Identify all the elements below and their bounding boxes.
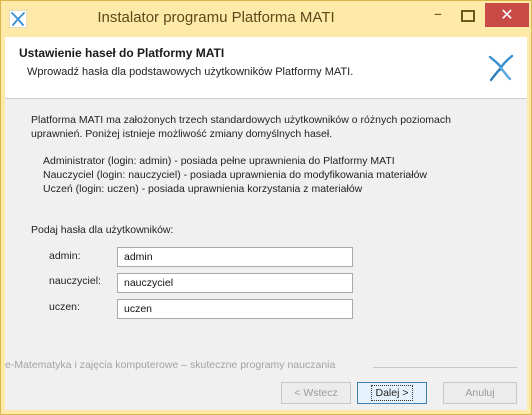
cancel-button[interactable]: Anuluj xyxy=(443,382,517,404)
student-label: uczen: xyxy=(49,301,80,313)
page-title: Ustawienie haseł do Platformy MATI xyxy=(19,46,225,60)
teacher-label: nauczyciel: xyxy=(49,275,101,287)
app-logo-icon xyxy=(9,10,27,28)
role-student-description: Uczeń (login: uczen) - posiada uprawnien… xyxy=(43,183,363,195)
maximize-icon xyxy=(461,10,475,22)
role-admin-description: Administrator (login: admin) - posiada p… xyxy=(43,155,395,167)
maximize-button[interactable] xyxy=(453,3,483,27)
intro-text: Platforma MATI ma założonych trzech stan… xyxy=(31,114,451,140)
page-subtitle: Wprowadź hasła dla podstawowych użytkown… xyxy=(27,66,354,78)
title-bar[interactable]: Instalator programu Platforma MATI – ✕ xyxy=(1,1,531,37)
footer-divider xyxy=(373,367,517,368)
back-button[interactable]: < Wstecz xyxy=(281,382,351,404)
role-teacher-description: Nauczyciel (login: nauczyciel) - posiada… xyxy=(43,169,428,181)
wizard-body: Ustawienie haseł do Platformy MATI Wprow… xyxy=(5,37,527,410)
close-icon: ✕ xyxy=(500,5,514,24)
close-button[interactable]: ✕ xyxy=(485,3,529,27)
next-button[interactable]: Dalej > xyxy=(357,382,427,404)
student-password-field[interactable] xyxy=(117,299,353,319)
window-title: Instalator programu Platforma MATI xyxy=(97,9,335,26)
password-prompt: Podaj hasła dla użytkowników: xyxy=(31,224,174,236)
admin-label: admin: xyxy=(49,250,81,262)
branding-text: e-Matematyka i zajęcia komputerowe – sku… xyxy=(5,359,336,371)
mati-logo-icon xyxy=(488,54,514,82)
minimize-icon: – xyxy=(434,4,442,23)
minimize-button[interactable]: – xyxy=(423,3,453,27)
next-button-label: Dalej > xyxy=(370,385,414,401)
wizard-header: Ustawienie haseł do Platformy MATI Wprow… xyxy=(5,37,527,99)
admin-password-field[interactable] xyxy=(117,247,353,267)
teacher-password-field[interactable] xyxy=(117,273,353,293)
installer-window: Instalator programu Platforma MATI – ✕ U… xyxy=(0,0,532,415)
